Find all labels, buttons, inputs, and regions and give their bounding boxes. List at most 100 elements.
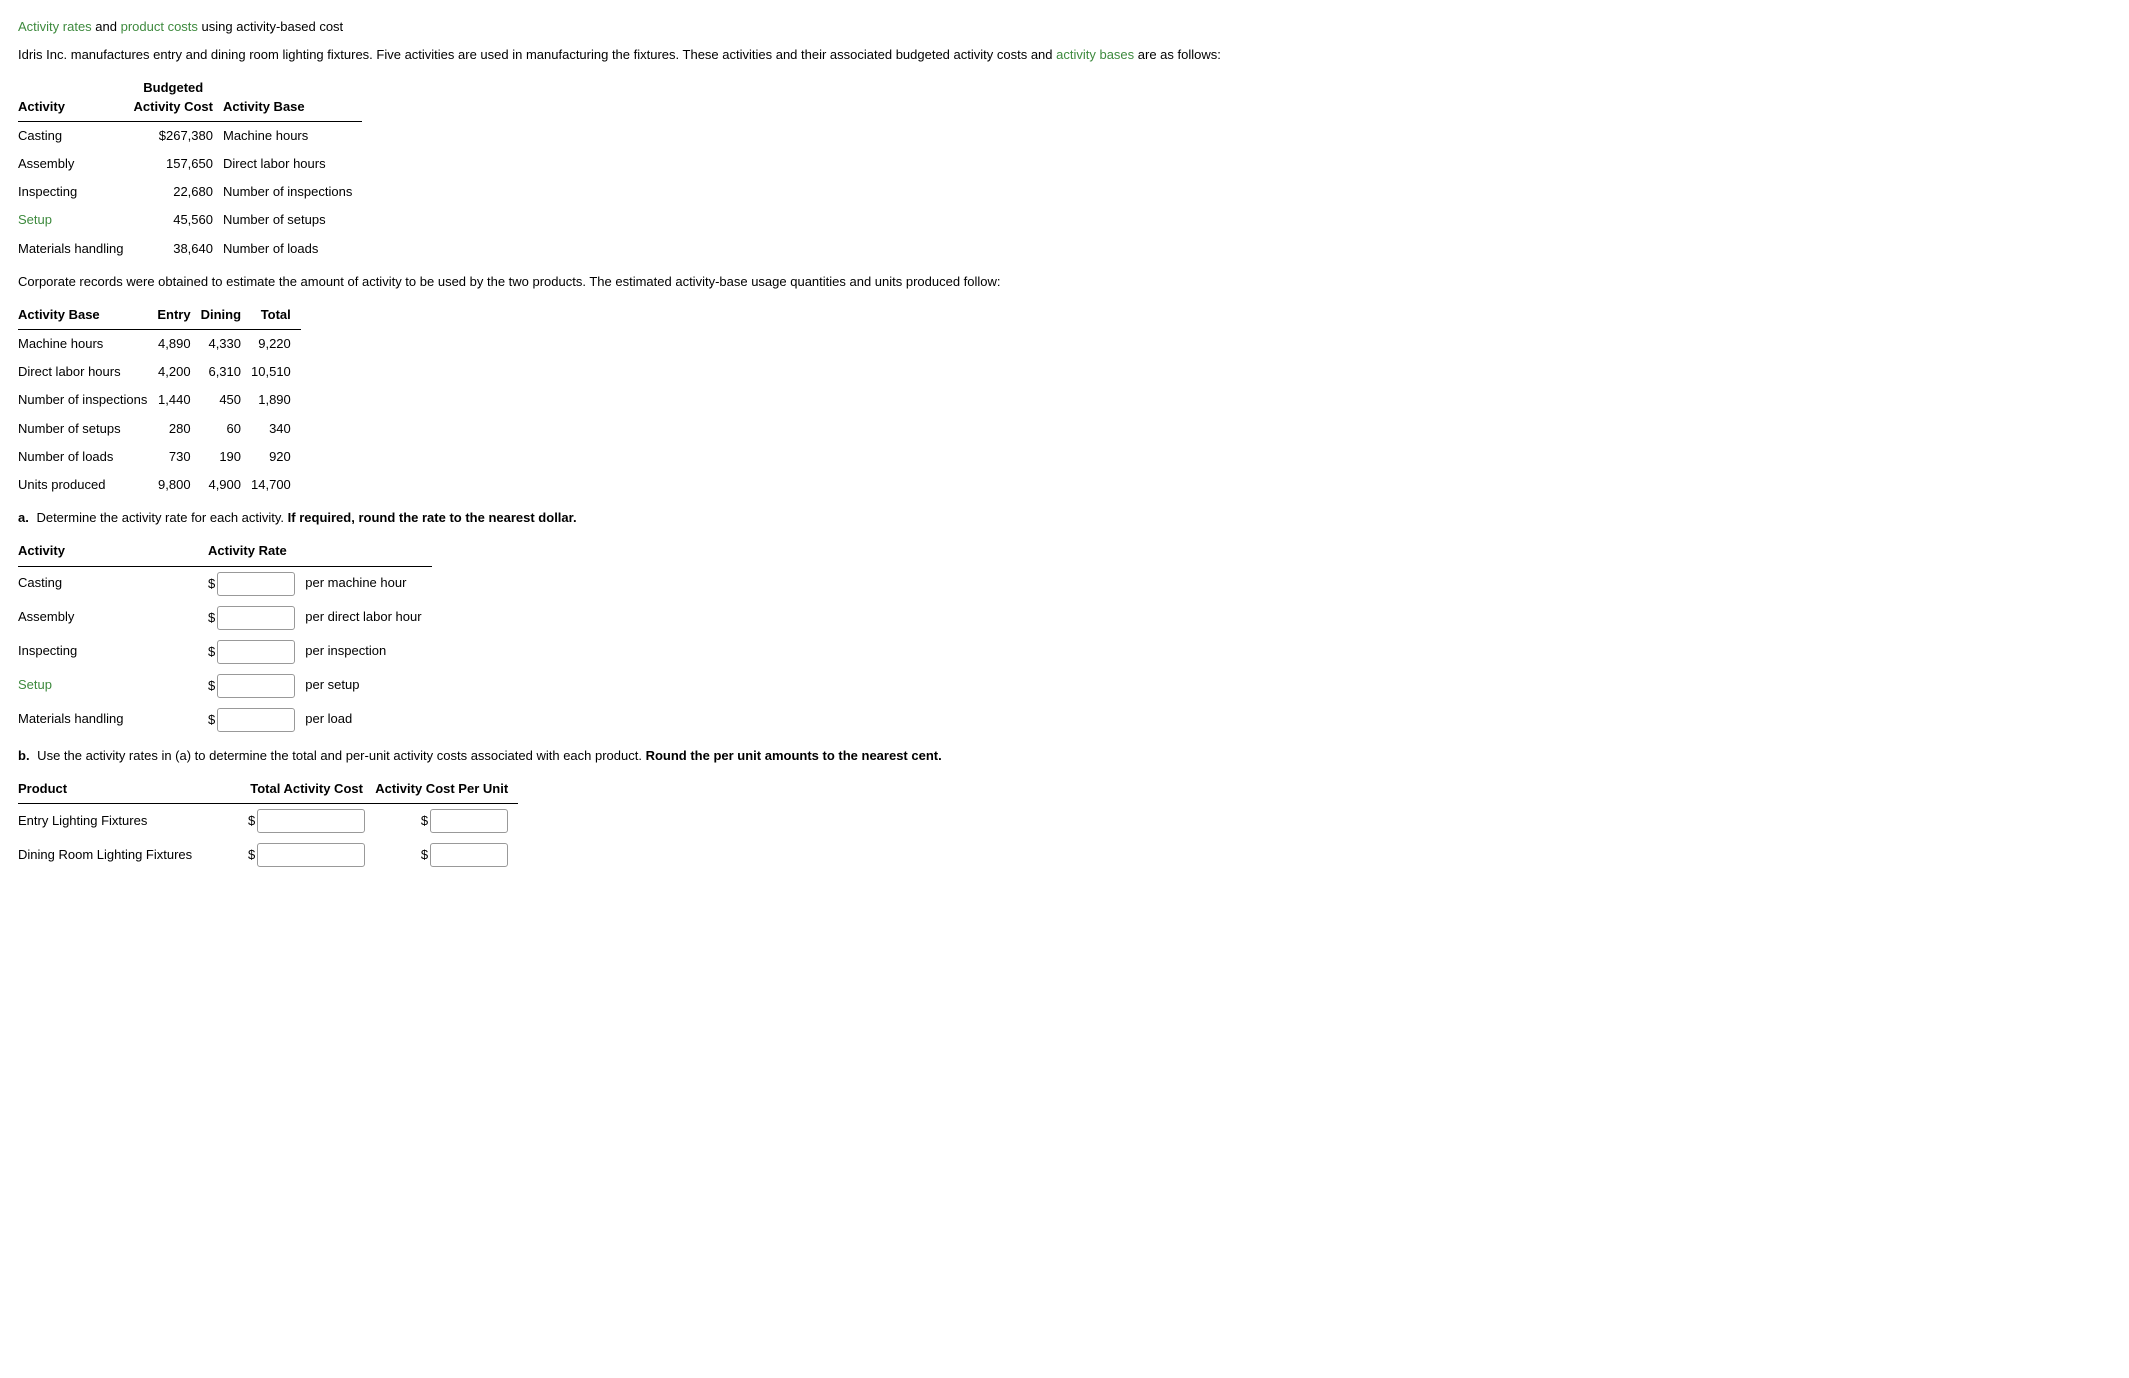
table-row: Number of loads730190920	[18, 443, 301, 471]
base-cell: Machine hours	[18, 330, 157, 359]
activity-cell: Materials handling	[18, 235, 134, 263]
per-unit-cost-input[interactable]	[430, 843, 508, 867]
table-row: Inspecting22,680Number of inspections	[18, 178, 362, 206]
base-cell: Number of setups	[223, 206, 362, 234]
activity-cell: Setup	[18, 206, 134, 234]
product-cell: Entry Lighting Fixtures	[18, 803, 248, 838]
rate-input[interactable]	[217, 674, 295, 698]
activity-cell: Casting	[18, 121, 134, 150]
col-activity: Activity	[18, 537, 208, 566]
rate-input[interactable]	[217, 572, 295, 596]
question-a: a. Determine the activity rate for each …	[18, 509, 2111, 527]
entry-cell: 9,800	[157, 471, 200, 499]
intro-link-activity-bases[interactable]: activity bases	[1056, 47, 1134, 62]
total-cost-input[interactable]	[257, 809, 365, 833]
col-dining: Dining	[201, 301, 251, 330]
base-cell: Number of setups	[18, 415, 157, 443]
dollar-sign: $	[421, 813, 428, 828]
table-row: Number of inspections1,4404501,890	[18, 386, 301, 414]
dollar-sign: $	[421, 847, 428, 862]
dollar-sign: $	[208, 610, 215, 625]
table-row: Dining Room Lighting Fixtures$$	[18, 838, 518, 872]
rate-input-cell: $	[208, 601, 305, 635]
base-cell: Number of inspections	[223, 178, 362, 206]
entry-cell: 1,440	[157, 386, 200, 414]
dining-cell: 60	[201, 415, 251, 443]
unit-cell: per machine hour	[305, 566, 431, 601]
table-row: Setup45,560Number of setups	[18, 206, 362, 234]
activity-cell: Setup	[18, 669, 208, 703]
mid-text: Corporate records were obtained to estim…	[18, 273, 2111, 291]
cost-cell: 38,640	[134, 235, 223, 263]
dining-cell: 4,330	[201, 330, 251, 359]
dollar-sign: $	[248, 847, 255, 862]
unit-cell: per inspection	[305, 635, 431, 669]
cost-cell: $267,380	[134, 121, 223, 150]
unit-cell: per setup	[305, 669, 431, 703]
base-cell: Number of inspections	[18, 386, 157, 414]
total-cost-cell: $	[248, 838, 375, 872]
cost-cell: 157,650	[134, 150, 223, 178]
table-row: Casting$267,380Machine hours	[18, 121, 362, 150]
dollar-sign: $	[208, 644, 215, 659]
dining-cell: 450	[201, 386, 251, 414]
cost-cell: 45,560	[134, 206, 223, 234]
base-cell: Units produced	[18, 471, 157, 499]
base-cell: Number of loads	[223, 235, 362, 263]
table-row: Units produced9,8004,90014,700	[18, 471, 301, 499]
col-total-activity-cost: Total Activity Cost	[248, 775, 375, 804]
col-entry: Entry	[157, 301, 200, 330]
title-link-2[interactable]: product costs	[121, 19, 198, 34]
base-cell: Number of loads	[18, 443, 157, 471]
col-product: Product	[18, 775, 248, 804]
product-cost-table: Product Total Activity Cost Activity Cos…	[18, 775, 518, 872]
col-total: Total	[251, 301, 301, 330]
table-row: Entry Lighting Fixtures$$	[18, 803, 518, 838]
entry-cell: 730	[157, 443, 200, 471]
page-title: Activity rates and product costs using a…	[18, 18, 2111, 36]
entry-cell: 4,890	[157, 330, 200, 359]
rate-input[interactable]	[217, 640, 295, 664]
table-row: Inspecting$ per inspection	[18, 635, 432, 669]
total-cost-input[interactable]	[257, 843, 365, 867]
table-row: Number of setups28060340	[18, 415, 301, 443]
budgeted-activity-table: Activity BudgetedActivity Cost Activity …	[18, 74, 362, 262]
activity-cell: Assembly	[18, 150, 134, 178]
question-b: b. Use the activity rates in (a) to dete…	[18, 747, 2111, 765]
table-row: Machine hours4,8904,3309,220	[18, 330, 301, 359]
rate-input-cell: $	[208, 669, 305, 703]
dollar-sign: $	[208, 576, 215, 591]
total-cell: 10,510	[251, 358, 301, 386]
total-cell: 14,700	[251, 471, 301, 499]
dollar-sign: $	[208, 712, 215, 727]
activity-cell: Inspecting	[18, 635, 208, 669]
rate-input-cell: $	[208, 703, 305, 737]
intro-text: Idris Inc. manufactures entry and dining…	[18, 46, 2111, 64]
question-b-label: b.	[18, 748, 30, 763]
dining-cell: 190	[201, 443, 251, 471]
entry-cell: 280	[157, 415, 200, 443]
table-row: Direct labor hours4,2006,31010,510	[18, 358, 301, 386]
table-row: Setup$ per setup	[18, 669, 432, 703]
cost-cell: 22,680	[134, 178, 223, 206]
activity-cell: Inspecting	[18, 178, 134, 206]
total-cell: 1,890	[251, 386, 301, 414]
rate-input[interactable]	[217, 606, 295, 630]
total-cell: 920	[251, 443, 301, 471]
table-row: Assembly157,650Direct labor hours	[18, 150, 362, 178]
col-activity-base: Activity Base	[18, 301, 157, 330]
rate-input[interactable]	[217, 708, 295, 732]
dollar-sign: $	[208, 678, 215, 693]
col-activity: Activity	[18, 74, 134, 121]
dining-cell: 6,310	[201, 358, 251, 386]
col-activity-cost-per-unit: Activity Cost Per Unit	[375, 775, 518, 804]
unit-cell: per load	[305, 703, 431, 737]
activity-rate-table: Activity Activity Rate Casting$per machi…	[18, 537, 432, 736]
table-row: Assembly$per direct labor hour	[18, 601, 432, 635]
entry-cell: 4,200	[157, 358, 200, 386]
product-cell: Dining Room Lighting Fixtures	[18, 838, 248, 872]
activity-base-usage-table: Activity Base Entry Dining Total Machine…	[18, 301, 301, 499]
per-unit-cost-input[interactable]	[430, 809, 508, 833]
title-link-1[interactable]: Activity rates	[18, 19, 92, 34]
per-unit-cost-cell: $	[375, 803, 518, 838]
